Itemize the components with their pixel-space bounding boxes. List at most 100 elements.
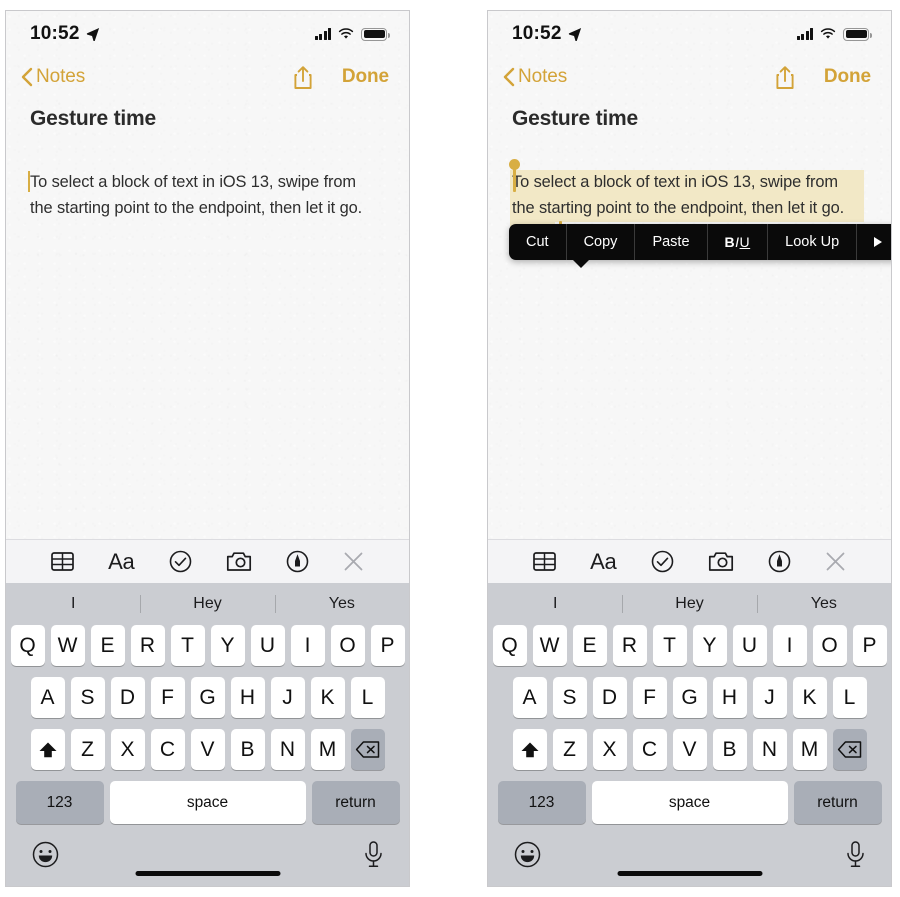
back-to-notes-button[interactable]: Notes — [20, 66, 85, 88]
key-s[interactable]: S — [552, 677, 587, 718]
key-r[interactable]: R — [130, 625, 165, 666]
key-m[interactable]: M — [310, 729, 345, 770]
key-w[interactable]: W — [50, 625, 85, 666]
key-m[interactable]: M — [792, 729, 827, 770]
numbers-key[interactable]: 123 — [15, 781, 104, 824]
note-paragraph[interactable]: To select a block of text in iOS 13, swi… — [512, 169, 864, 221]
backspace-key[interactable] — [832, 729, 867, 770]
menu-item-look-up[interactable]: Look Up — [768, 224, 858, 260]
key-z[interactable]: Z — [552, 729, 587, 770]
key-e[interactable]: E — [572, 625, 607, 666]
menu-item-cut[interactable]: Cut — [509, 224, 567, 260]
key-e[interactable]: E — [90, 625, 125, 666]
key-f[interactable]: F — [150, 677, 185, 718]
emoji-smiley-icon[interactable] — [514, 841, 541, 873]
markup-pen-icon[interactable] — [768, 550, 791, 573]
menu-item-more[interactable] — [857, 224, 891, 260]
back-to-notes-button[interactable]: Notes — [502, 66, 567, 88]
note-content-area[interactable]: January 31, 2020 at 10:52 AM Gesture tim… — [488, 97, 891, 539]
checklist-icon[interactable] — [169, 550, 192, 573]
key-d[interactable]: D — [110, 677, 145, 718]
key-s[interactable]: S — [70, 677, 105, 718]
numbers-key[interactable]: 123 — [497, 781, 586, 824]
prediction-2[interactable]: Yes — [757, 595, 891, 613]
camera-icon[interactable] — [708, 551, 734, 572]
menu-item-format[interactable]: BIU — [708, 224, 769, 260]
table-icon[interactable] — [533, 552, 556, 571]
done-button[interactable]: Done — [824, 66, 871, 88]
microphone-icon[interactable] — [846, 841, 865, 873]
table-icon[interactable] — [51, 552, 74, 571]
return-key[interactable]: return — [793, 781, 882, 824]
key-x[interactable]: X — [110, 729, 145, 770]
key-i[interactable]: I — [290, 625, 325, 666]
key-j[interactable]: J — [752, 677, 787, 718]
key-n[interactable]: N — [752, 729, 787, 770]
note-content-area[interactable]: January 31, 2020 at 10:52 AM Gesture tim… — [6, 97, 409, 539]
key-o[interactable]: O — [330, 625, 365, 666]
markup-pen-icon[interactable] — [286, 550, 309, 573]
key-a[interactable]: A — [30, 677, 65, 718]
key-t[interactable]: T — [652, 625, 687, 666]
key-t[interactable]: T — [170, 625, 205, 666]
key-g[interactable]: G — [672, 677, 707, 718]
prediction-1[interactable]: Hey — [622, 595, 756, 613]
key-y[interactable]: Y — [210, 625, 245, 666]
key-q[interactable]: Q — [492, 625, 527, 666]
shift-key[interactable] — [30, 729, 65, 770]
selection-handle-start[interactable] — [509, 159, 520, 192]
prediction-2[interactable]: Yes — [275, 595, 409, 613]
camera-icon[interactable] — [226, 551, 252, 572]
key-g[interactable]: G — [190, 677, 225, 718]
note-paragraph[interactable]: To select a block of text in iOS 13, swi… — [30, 169, 382, 221]
share-icon[interactable] — [774, 65, 796, 90]
format-aa-icon[interactable]: Aa — [590, 549, 617, 575]
key-f[interactable]: F — [632, 677, 667, 718]
done-button[interactable]: Done — [342, 66, 389, 88]
key-d[interactable]: D — [592, 677, 627, 718]
key-u[interactable]: U — [732, 625, 767, 666]
format-aa-icon[interactable]: Aa — [108, 549, 135, 575]
key-q[interactable]: Q — [10, 625, 45, 666]
backspace-key[interactable] — [350, 729, 385, 770]
prediction-1[interactable]: Hey — [140, 595, 274, 613]
key-b[interactable]: B — [712, 729, 747, 770]
prediction-0[interactable]: I — [6, 595, 140, 613]
key-b[interactable]: B — [230, 729, 265, 770]
key-i[interactable]: I — [772, 625, 807, 666]
key-n[interactable]: N — [270, 729, 305, 770]
key-z[interactable]: Z — [70, 729, 105, 770]
menu-item-paste[interactable]: Paste — [635, 224, 708, 260]
key-v[interactable]: V — [672, 729, 707, 770]
return-key[interactable]: return — [311, 781, 400, 824]
key-k[interactable]: K — [310, 677, 345, 718]
key-r[interactable]: R — [612, 625, 647, 666]
prediction-0[interactable]: I — [488, 595, 622, 613]
key-p[interactable]: P — [852, 625, 887, 666]
key-u[interactable]: U — [250, 625, 285, 666]
key-l[interactable]: L — [350, 677, 385, 718]
key-k[interactable]: K — [792, 677, 827, 718]
key-v[interactable]: V — [190, 729, 225, 770]
shift-key[interactable] — [512, 729, 547, 770]
close-icon[interactable] — [343, 551, 364, 572]
menu-item-copy[interactable]: Copy — [567, 224, 636, 260]
key-c[interactable]: C — [632, 729, 667, 770]
share-icon[interactable] — [292, 65, 314, 90]
key-l[interactable]: L — [832, 677, 867, 718]
emoji-smiley-icon[interactable] — [32, 841, 59, 873]
key-h[interactable]: H — [712, 677, 747, 718]
key-y[interactable]: Y — [692, 625, 727, 666]
key-x[interactable]: X — [592, 729, 627, 770]
key-p[interactable]: P — [370, 625, 405, 666]
key-h[interactable]: H — [230, 677, 265, 718]
checklist-icon[interactable] — [651, 550, 674, 573]
space-key[interactable]: space — [109, 781, 306, 824]
key-j[interactable]: J — [270, 677, 305, 718]
key-o[interactable]: O — [812, 625, 847, 666]
key-w[interactable]: W — [532, 625, 567, 666]
close-icon[interactable] — [825, 551, 846, 572]
key-c[interactable]: C — [150, 729, 185, 770]
microphone-icon[interactable] — [364, 841, 383, 873]
space-key[interactable]: space — [591, 781, 788, 824]
